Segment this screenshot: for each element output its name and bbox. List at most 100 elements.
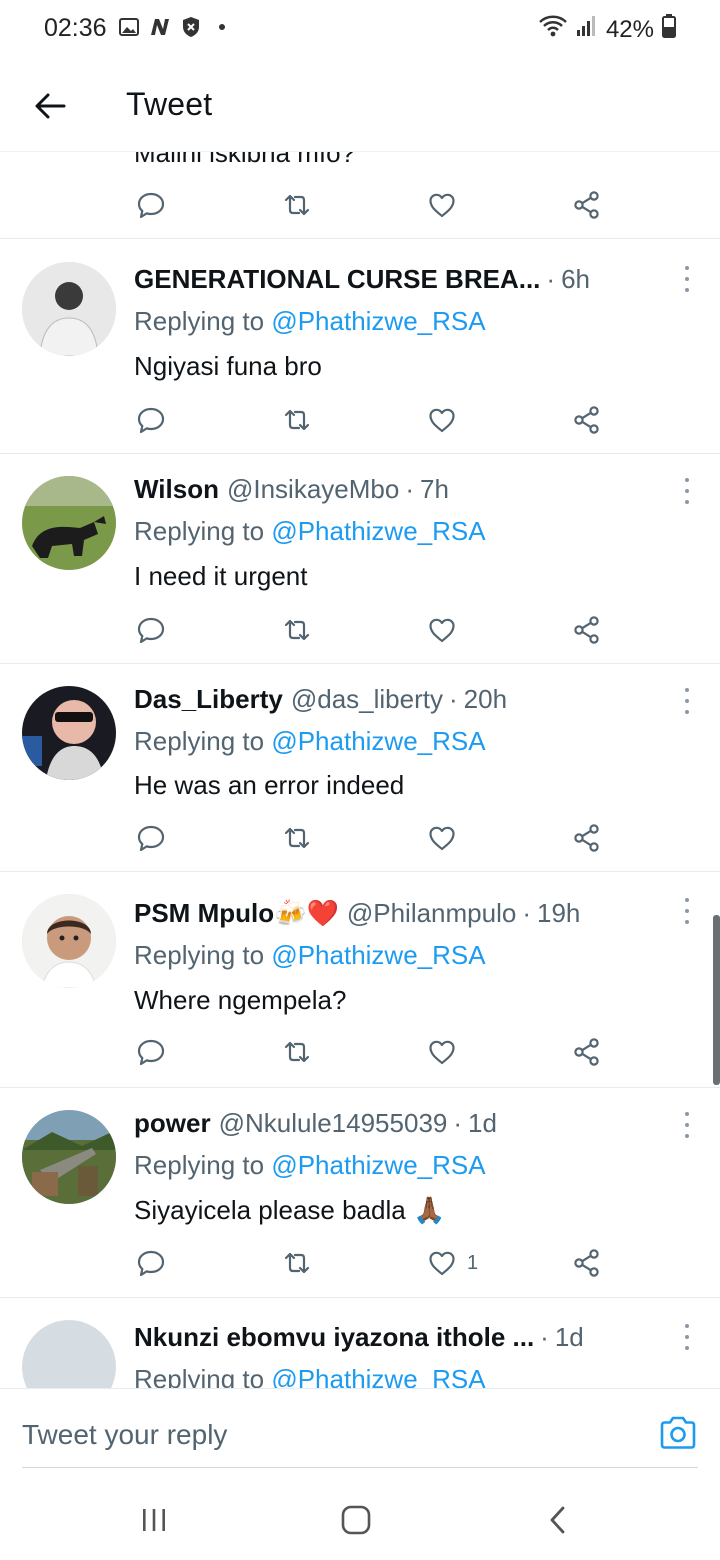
mention-link[interactable]: @Phathizwe_RSA bbox=[271, 1150, 485, 1180]
retweet-button[interactable] bbox=[282, 1243, 312, 1283]
retweet-icon bbox=[284, 827, 310, 849]
more-button[interactable] bbox=[682, 1112, 692, 1138]
scrollbar[interactable] bbox=[713, 915, 720, 1085]
more-button[interactable] bbox=[682, 898, 692, 924]
recent-apps-button[interactable] bbox=[134, 1502, 174, 1538]
share-button[interactable] bbox=[572, 1243, 602, 1283]
handle[interactable]: @InsikayeMbo bbox=[227, 474, 399, 505]
tweet-partial[interactable]: Malini iskibha mfo? bbox=[0, 152, 720, 239]
back-button[interactable] bbox=[26, 82, 74, 130]
more-button[interactable] bbox=[682, 688, 692, 714]
share-button[interactable] bbox=[572, 818, 602, 858]
share-button[interactable] bbox=[572, 400, 602, 440]
notification-icons bbox=[118, 16, 233, 38]
avatar[interactable] bbox=[22, 1320, 116, 1388]
handle[interactable]: @das_liberty bbox=[291, 684, 443, 715]
like-button[interactable] bbox=[427, 818, 457, 858]
like-count: 1 bbox=[467, 1251, 479, 1274]
retweet-button[interactable] bbox=[282, 818, 312, 858]
avatar[interactable] bbox=[22, 1110, 116, 1204]
timestamp[interactable]: 7h bbox=[420, 474, 449, 505]
reply-button[interactable] bbox=[136, 818, 166, 858]
avatar[interactable] bbox=[22, 476, 116, 570]
retweet-button[interactable] bbox=[282, 1032, 312, 1072]
display-name[interactable]: GENERATIONAL CURSE BREA... bbox=[134, 264, 540, 295]
reply-button[interactable] bbox=[136, 1243, 166, 1283]
avatar[interactable] bbox=[22, 262, 116, 356]
handle[interactable]: @Nkulule14955039 bbox=[219, 1108, 448, 1139]
display-name[interactable]: PSM Mpulo🍻❤️ bbox=[134, 898, 339, 929]
signal-icon bbox=[576, 15, 598, 44]
tweet-header: PSM Mpulo🍻❤️ @Philanmpulo · 19h bbox=[134, 898, 660, 929]
mention-link[interactable]: @Phathizwe_RSA bbox=[271, 726, 485, 756]
display-name[interactable]: Nkunzi ebomvu iyazona ithole ... bbox=[134, 1322, 534, 1353]
retweet-icon bbox=[284, 409, 310, 431]
more-button[interactable] bbox=[682, 478, 692, 504]
like-button[interactable] bbox=[427, 185, 457, 225]
home-button[interactable] bbox=[336, 1502, 376, 1538]
tweet-item[interactable]: GENERATIONAL CURSE BREA... · 6h Replying… bbox=[0, 240, 720, 454]
reply-button[interactable] bbox=[136, 1032, 166, 1072]
reply-input[interactable]: Tweet your reply bbox=[22, 1419, 227, 1451]
reply-button[interactable] bbox=[136, 610, 166, 650]
more-button[interactable] bbox=[682, 1324, 692, 1350]
like-button[interactable] bbox=[427, 400, 457, 440]
reply-button[interactable] bbox=[136, 400, 166, 440]
reply-timeline[interactable]: Malini iskibha mfo? GENERATIONAL CURSE B… bbox=[0, 152, 720, 1388]
timestamp[interactable]: 6h bbox=[561, 264, 590, 295]
tweet-item[interactable]: Nkunzi ebomvu iyazona ithole ... · 1d Re… bbox=[0, 1298, 720, 1388]
separator: · bbox=[405, 474, 415, 504]
tweet-actions: 1 bbox=[0, 1243, 720, 1283]
reply-icon bbox=[137, 617, 165, 644]
tweet-item[interactable]: Wilson @InsikayeMbo · 7h Replying to @Ph… bbox=[0, 454, 720, 664]
share-button[interactable] bbox=[572, 185, 602, 225]
display-name[interactable]: power bbox=[134, 1108, 211, 1139]
timestamp[interactable]: 1d bbox=[555, 1322, 584, 1353]
avatar[interactable] bbox=[22, 894, 116, 988]
heart-icon bbox=[429, 1251, 455, 1276]
mention-link[interactable]: @Phathizwe_RSA bbox=[271, 1364, 485, 1388]
arrow-left-icon bbox=[35, 93, 66, 119]
like-button[interactable]: 1 bbox=[427, 1243, 478, 1283]
handle[interactable]: @Philanmpulo bbox=[347, 898, 516, 929]
retweet-icon bbox=[284, 1252, 310, 1274]
timestamp[interactable]: 1d bbox=[468, 1108, 497, 1139]
back-nav-button[interactable] bbox=[538, 1502, 578, 1538]
retweet-button[interactable] bbox=[282, 400, 312, 440]
separator: · bbox=[453, 1108, 463, 1138]
mention-link[interactable]: @Phathizwe_RSA bbox=[271, 516, 485, 546]
heart-icon bbox=[429, 826, 455, 851]
display-name[interactable]: Das_Liberty bbox=[134, 684, 283, 715]
camera-button[interactable] bbox=[658, 1413, 698, 1453]
tweet-item[interactable]: power @Nkulule14955039 · 1d Replying to … bbox=[0, 1088, 720, 1298]
reply-icon bbox=[137, 825, 165, 852]
like-button[interactable] bbox=[427, 1032, 457, 1072]
page-title: Tweet bbox=[126, 86, 213, 122]
timestamp[interactable]: 20h bbox=[464, 684, 507, 715]
battery-text: 42% bbox=[605, 15, 654, 43]
timestamp[interactable]: 19h bbox=[537, 898, 580, 929]
mention-link[interactable]: @Phathizwe_RSA bbox=[271, 940, 485, 970]
tweet-item[interactable]: PSM Mpulo🍻❤️ @Philanmpulo · 19h Replying… bbox=[0, 872, 720, 1088]
retweet-icon bbox=[284, 619, 310, 641]
display-name[interactable]: Wilson bbox=[134, 474, 219, 505]
like-button[interactable] bbox=[427, 610, 457, 650]
reply-button[interactable] bbox=[136, 185, 166, 225]
reply-icon bbox=[137, 1250, 165, 1277]
retweet-button[interactable] bbox=[282, 185, 312, 225]
app-n-icon bbox=[149, 16, 171, 38]
tweet-actions bbox=[0, 185, 720, 225]
share-button[interactable] bbox=[572, 610, 602, 650]
more-button[interactable] bbox=[682, 266, 692, 292]
mention-link[interactable]: @Phathizwe_RSA bbox=[271, 306, 485, 336]
replying-label: Replying to bbox=[134, 940, 265, 970]
tweet-text: Ngiyasi funa bro bbox=[134, 351, 322, 381]
replying-to: Replying to @Phathizwe_RSA bbox=[134, 306, 486, 337]
retweet-icon bbox=[284, 1041, 310, 1063]
reply-icon bbox=[137, 192, 165, 219]
avatar[interactable] bbox=[22, 686, 116, 780]
share-button[interactable] bbox=[572, 1032, 602, 1072]
retweet-button[interactable] bbox=[282, 610, 312, 650]
tweet-item[interactable]: Das_Liberty @das_liberty · 20h Replying … bbox=[0, 664, 720, 872]
tweet-actions bbox=[0, 818, 720, 858]
